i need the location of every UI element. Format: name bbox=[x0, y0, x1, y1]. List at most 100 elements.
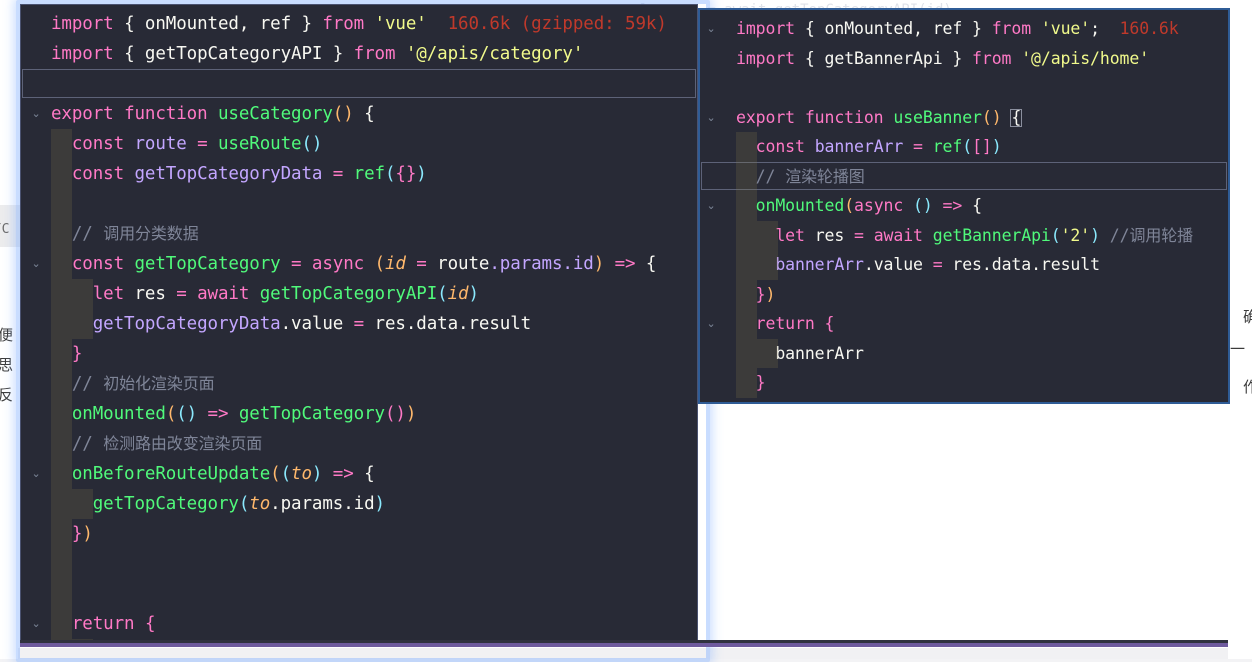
code-token: ) bbox=[311, 464, 323, 484]
code-line-text: export function useBanner() { bbox=[736, 107, 1023, 127]
code-line[interactable]: }) bbox=[21, 519, 697, 549]
fold-chevron-icon[interactable]: ⌄ bbox=[704, 191, 718, 221]
code-line-text: onMounted(() => getTopCategory()) bbox=[51, 404, 417, 424]
code-line[interactable]: ⌄ onMounted(async () => { bbox=[700, 191, 1228, 221]
indent-guide bbox=[51, 579, 72, 609]
code-line[interactable]: ⌄ const getTopCategory = async (id = rou… bbox=[21, 249, 697, 279]
fold-chevron-icon[interactable]: ⌄ bbox=[704, 309, 718, 339]
code-token: const bbox=[755, 137, 815, 156]
fold-chevron-icon[interactable]: ⌄ bbox=[29, 99, 43, 129]
indent-guide bbox=[757, 250, 778, 280]
code-token: 'vue' bbox=[374, 14, 427, 34]
code-line[interactable]: bannerArr.value = res.data.result bbox=[700, 250, 1228, 280]
fold-chevron-icon[interactable]: ⌄ bbox=[29, 249, 43, 279]
code-token: ; bbox=[1090, 19, 1100, 38]
code-line[interactable]: import { onMounted, ref } from 'vue' 160… bbox=[21, 9, 697, 39]
code-line[interactable]: let res = await getBannerApi('2') //调用轮播 bbox=[700, 220, 1228, 250]
code-token: useBanner bbox=[893, 107, 982, 127]
fold-chevron-icon[interactable]: ⌄ bbox=[704, 103, 718, 133]
code-token: { bbox=[804, 19, 815, 38]
code-token: bannerArr bbox=[775, 255, 864, 274]
code-token: bannerArr bbox=[775, 343, 864, 363]
background-char-fragment-right-2: 作 bbox=[1242, 378, 1252, 396]
code-token: 检测路由改变渲染页面 bbox=[103, 434, 263, 453]
code-line[interactable]: }) bbox=[700, 279, 1228, 309]
code-line[interactable]: getTopCategoryData.value = res.data.resu… bbox=[21, 309, 697, 339]
code-token: '2' bbox=[1060, 225, 1091, 245]
editor-pane-right[interactable]: ⌄ import { onMounted, ref } from 'vue'; 1… bbox=[698, 8, 1230, 404]
code-line[interactable]: const getTopCategoryData = ref({}) bbox=[21, 159, 697, 189]
indent-guide bbox=[757, 338, 778, 368]
code-token: onMounted bbox=[755, 196, 845, 215]
code-token: = bbox=[844, 225, 874, 245]
code-content-right[interactable]: ⌄ import { onMounted, ref } from 'vue'; 1… bbox=[700, 10, 1228, 402]
code-token: to bbox=[249, 494, 271, 514]
code-line-text: // 初始化渲染页面 bbox=[51, 374, 215, 394]
indent-guide bbox=[51, 369, 72, 399]
code-token: ) bbox=[1090, 225, 1100, 245]
code-token: { bbox=[1010, 107, 1023, 127]
code-line[interactable]: import { getTopCategoryAPI } from '@/api… bbox=[21, 39, 697, 69]
code-line[interactable]: ⌄ return { bbox=[21, 609, 697, 639]
code-token: } bbox=[942, 48, 963, 68]
code-line[interactable] bbox=[21, 69, 697, 99]
code-line[interactable]: const route = useRoute() bbox=[21, 129, 697, 159]
code-line[interactable]: bannerArr bbox=[700, 338, 1228, 368]
code-token: { bbox=[144, 614, 156, 634]
code-token: ( bbox=[374, 254, 386, 274]
indent-guide bbox=[736, 309, 757, 339]
code-line[interactable]: onMounted(() => getTopCategory()) bbox=[21, 399, 697, 429]
code-token: // bbox=[71, 374, 104, 394]
code-line[interactable]: // 检测路由改变渲染页面 bbox=[21, 429, 697, 459]
code-token: () bbox=[913, 196, 933, 215]
code-token: } bbox=[322, 44, 344, 64]
code-line-text: const route = useRoute() bbox=[51, 134, 323, 154]
code-line[interactable]: // 渲染轮播图 bbox=[700, 161, 1228, 191]
code-line[interactable]: } bbox=[700, 368, 1228, 398]
fold-chevron-icon[interactable]: ⌄ bbox=[29, 609, 43, 639]
code-token: .value bbox=[280, 314, 344, 334]
code-token: .data bbox=[405, 314, 459, 334]
code-token: from bbox=[311, 14, 375, 34]
indent-guide bbox=[51, 519, 72, 549]
code-line[interactable]: import { getBannerApi } from '@/apis/hom… bbox=[700, 44, 1228, 74]
code-token: const bbox=[71, 254, 135, 274]
fold-chevron-icon[interactable]: ⌄ bbox=[704, 14, 718, 44]
code-token: onMounted bbox=[814, 19, 914, 38]
code-line[interactable]: ⌄ export function useBanner() { bbox=[700, 103, 1228, 133]
code-token: { bbox=[962, 196, 982, 215]
code-line-text: const getTopCategoryData = ref({}) bbox=[51, 164, 427, 184]
code-line[interactable] bbox=[700, 73, 1228, 103]
fold-chevron-icon[interactable]: ⌄ bbox=[29, 459, 43, 489]
code-line[interactable]: ⌄ return { bbox=[700, 309, 1228, 339]
code-token: ) bbox=[468, 284, 479, 304]
background-char-fragment-1: 便 bbox=[0, 326, 14, 344]
indent-guide bbox=[736, 338, 757, 368]
code-line[interactable]: // 调用分类数据 bbox=[21, 219, 697, 249]
code-line[interactable]: ⌄ import { onMounted, ref } from 'vue'; 1… bbox=[700, 14, 1228, 44]
editor-pane-left[interactable]: import { onMounted, ref } from 'vue' 160… bbox=[20, 4, 698, 645]
code-token: ) bbox=[765, 284, 776, 304]
code-line-text: // 调用分类数据 bbox=[51, 224, 199, 244]
code-line-text: onBeforeRouteUpdate((to) => { bbox=[51, 464, 375, 484]
code-token: = bbox=[186, 134, 218, 154]
code-token: route bbox=[437, 254, 490, 274]
code-line[interactable]: } bbox=[21, 339, 697, 369]
code-token: getTopCategoryAPI bbox=[134, 44, 323, 64]
code-token: () bbox=[176, 404, 198, 424]
code-line[interactable]: ⌄ onBeforeRouteUpdate((to) => { bbox=[21, 459, 697, 489]
code-line[interactable]: // 初始化渲染页面 bbox=[21, 369, 697, 399]
code-line[interactable]: const bannerArr = ref([]) bbox=[700, 132, 1228, 162]
code-line[interactable]: } bbox=[700, 398, 1228, 403]
code-line[interactable] bbox=[21, 579, 697, 609]
code-token: 初始化渲染页面 bbox=[103, 374, 215, 393]
code-line[interactable]: getTopCategory(to.params.id) bbox=[21, 489, 697, 519]
code-line[interactable]: let res = await getTopCategoryAPI(id) bbox=[21, 279, 697, 309]
code-token: import bbox=[51, 44, 125, 64]
code-line[interactable] bbox=[21, 189, 697, 219]
code-token: getBannerApi bbox=[932, 225, 1051, 245]
code-content-left[interactable]: import { onMounted, ref } from 'vue' 160… bbox=[21, 5, 697, 644]
code-line[interactable]: ⌄ export function useCategory() { bbox=[21, 99, 697, 129]
code-line[interactable] bbox=[21, 549, 697, 579]
code-token: { bbox=[635, 254, 657, 274]
